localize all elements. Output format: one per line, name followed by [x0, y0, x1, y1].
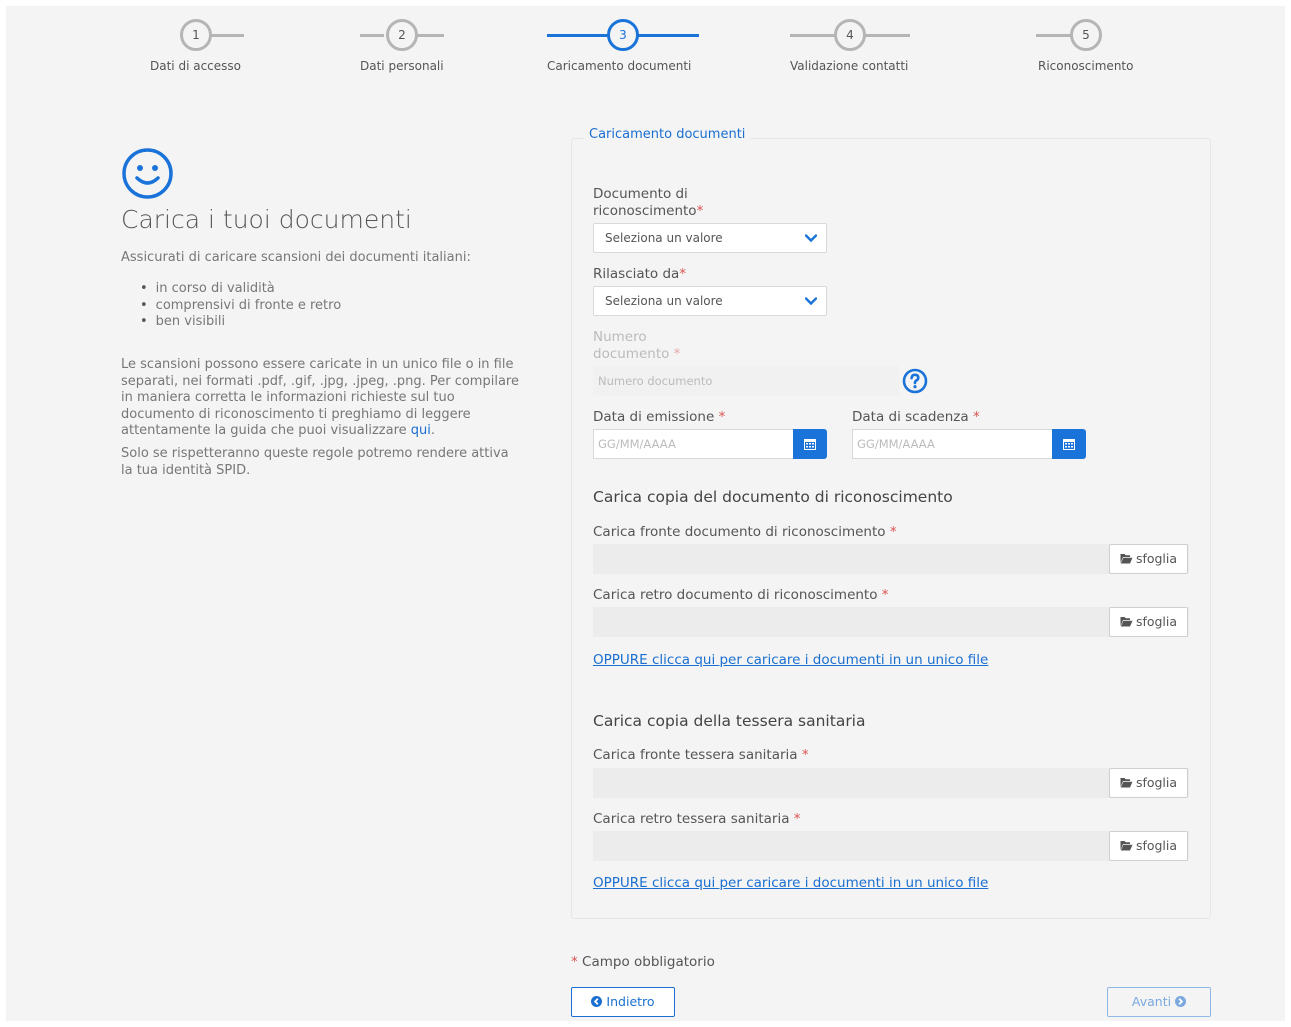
id-back-label: Carica retro documento di riconoscimento…	[593, 587, 889, 603]
calendar-icon	[1063, 439, 1075, 450]
calendar-icon	[804, 439, 816, 450]
id-front-label: Carica fronte documento di riconosciment…	[593, 524, 897, 540]
step-number: 4	[834, 19, 866, 51]
step-label: Dati personali	[360, 59, 444, 73]
chevron-down-icon	[805, 234, 817, 243]
issue-date-label: Data di emissione *	[593, 409, 726, 425]
doc-number-label: Numero documento *	[593, 329, 681, 362]
guide-link[interactable]: qui	[411, 423, 431, 438]
doc-type-label: Documento di riconoscimento*	[593, 186, 704, 219]
question-circle-icon[interactable]	[902, 368, 928, 394]
step-label: Validazione contatti	[790, 59, 909, 73]
issued-by-label: Rilasciato da*	[593, 266, 687, 282]
health-front-file-input[interactable]	[593, 768, 1189, 798]
id-section-title: Carica copia del documento di riconoscim…	[593, 488, 953, 506]
issued-by-select[interactable]: Seleziona un valore	[593, 286, 827, 316]
step-number: 1	[180, 19, 212, 51]
doc-type-select[interactable]: Seleziona un valore	[593, 223, 827, 253]
doc-number-input[interactable]: Numero documento	[593, 366, 899, 396]
health-back-browse-button[interactable]: sfoglia	[1109, 831, 1188, 861]
issue-date-input[interactable]: GG/MM/AAAA	[593, 429, 794, 459]
next-button[interactable]: Avanti	[1107, 987, 1211, 1017]
health-front-browse-button[interactable]: sfoglia	[1109, 768, 1188, 798]
health-front-label: Carica fronte tessera sanitaria *	[593, 747, 809, 763]
health-back-file-input[interactable]	[593, 831, 1189, 861]
step-number: 5	[1070, 19, 1102, 51]
smiley-icon	[122, 148, 173, 199]
list-item: in corso di validità	[140, 281, 341, 298]
page-title: Carica i tuoi documenti	[121, 205, 412, 234]
step-number: 3	[607, 19, 639, 51]
instructions-note: Solo se rispetteranno queste regole potr…	[121, 446, 509, 478]
step-label: Riconoscimento	[1038, 59, 1134, 73]
list-item: comprensivi di fronte e retro	[140, 298, 342, 315]
folder-open-icon	[1120, 778, 1133, 788]
health-single-file-link[interactable]: OPPURE clicca qui per caricare i documen…	[593, 875, 988, 891]
issue-date-calendar-button[interactable]	[793, 429, 827, 459]
chevron-down-icon	[805, 297, 817, 306]
id-single-file-link[interactable]: OPPURE clicca qui per caricare i documen…	[593, 652, 988, 668]
health-back-label: Carica retro tessera sanitaria *	[593, 811, 801, 827]
step-label: Caricamento documenti	[547, 59, 692, 73]
folder-open-icon	[1120, 617, 1133, 627]
id-back-file-input[interactable]	[593, 607, 1189, 637]
instructions-paragraph: Le scansioni possono essere caricate in …	[121, 357, 519, 438]
step-label: Dati di accesso	[150, 59, 241, 73]
folder-open-icon	[1120, 554, 1133, 564]
id-front-browse-button[interactable]: sfoglia	[1109, 544, 1188, 574]
arrow-left-circle-icon	[591, 996, 603, 1007]
arrow-right-circle-icon	[1175, 996, 1187, 1007]
list-item: ben visibili	[140, 314, 341, 331]
step-number: 2	[386, 19, 418, 51]
fieldset-legend: Caricamento documenti	[584, 127, 751, 142]
back-button[interactable]: Indietro	[571, 987, 675, 1017]
expiry-date-calendar-button[interactable]	[1052, 429, 1086, 459]
mandatory-note: * Campo obbligatorio	[571, 954, 715, 970]
folder-open-icon	[1120, 841, 1133, 851]
progress-stepper: 1 Dati di accesso 2 Dati personali 3 Car…	[0, 0, 1291, 90]
requirements-list: in corso di validità comprensivi di fron…	[140, 281, 342, 331]
instructions-intro: Assicurati di caricare scansioni dei doc…	[121, 250, 471, 265]
health-section-title: Carica copia della tessera sanitaria	[593, 712, 866, 730]
expiry-date-input[interactable]: GG/MM/AAAA	[852, 429, 1053, 459]
id-back-browse-button[interactable]: sfoglia	[1109, 607, 1188, 637]
id-front-file-input[interactable]	[593, 544, 1189, 574]
expiry-date-label: Data di scadenza *	[852, 409, 980, 425]
